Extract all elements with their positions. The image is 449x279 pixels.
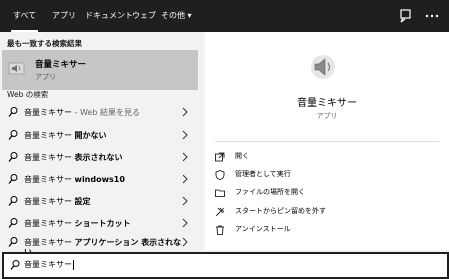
- chevron-right-icon: [182, 130, 188, 140]
- search-icon: [8, 196, 18, 206]
- tab-web[interactable]: ウェブ: [132, 0, 156, 32]
- search-icon: [8, 152, 18, 162]
- web-result-row[interactable]: 音量ミキサー 設定: [2, 191, 198, 211]
- search-icon: [10, 260, 20, 270]
- results-pane: 最も一致する検索結果 音量ミキサー アプリ Web の検索 音量ミキサー - W…: [0, 32, 198, 257]
- action-uninstall-label: アンインストール: [235, 225, 291, 233]
- action-open-file-location-label: ファイルの場所を開く: [235, 188, 305, 196]
- unpin-icon: [215, 207, 225, 217]
- tab-more[interactable]: その他 ▾: [161, 0, 192, 32]
- best-match-type: アプリ: [35, 73, 56, 81]
- tab-bar: すべて アプリ ドキュメント ウェブ その他 ▾: [0, 0, 449, 32]
- web-result-row[interactable]: 音量ミキサー - Web 結果を見る: [2, 102, 198, 122]
- action-run-as-admin-label: 管理者として実行: [235, 170, 291, 178]
- text-caret: [73, 259, 74, 270]
- web-search-heading: Web の検索: [7, 90, 49, 99]
- search-icon: [8, 237, 18, 247]
- chevron-down-icon: ▾: [187, 11, 192, 20]
- tab-apps[interactable]: アプリ: [52, 0, 76, 32]
- chevron-right-icon: [182, 107, 188, 117]
- chevron-right-icon: [182, 196, 188, 206]
- web-result-text: 音量ミキサー 開かない: [24, 131, 107, 140]
- best-match-name: 音量ミキサー: [35, 60, 87, 70]
- tab-more-label: その他: [161, 11, 185, 20]
- folder-icon: [215, 189, 225, 197]
- web-result-text: 音量ミキサー 設定: [24, 197, 91, 206]
- web-result-row[interactable]: 音量ミキサー アプリケーション 表示されな い: [2, 232, 198, 257]
- open-icon: [215, 152, 225, 162]
- search-box[interactable]: 音量ミキサー: [2, 252, 449, 279]
- web-result-text: 音量ミキサー windows10: [24, 175, 125, 184]
- tab-documents[interactable]: ドキュメント: [85, 0, 133, 32]
- volume-mixer-app-icon: [311, 55, 335, 79]
- shield-icon: [215, 170, 225, 180]
- best-match-heading: 最も一致する検索結果: [7, 39, 82, 48]
- volume-mixer-app-icon: [8, 62, 25, 75]
- chevron-right-icon: [182, 152, 188, 162]
- more-options-icon[interactable]: [424, 8, 440, 24]
- search-icon: [8, 174, 18, 184]
- chevron-right-icon: [182, 174, 188, 184]
- action-open-label: 開く: [235, 152, 249, 160]
- detail-app-type: アプリ: [316, 112, 338, 120]
- web-result-text: 音量ミキサー アプリケーション 表示されな: [24, 238, 182, 247]
- web-result-row[interactable]: 音量ミキサー ショートカット: [2, 213, 198, 233]
- web-result-text: 音量ミキサー - Web 結果を見る: [24, 108, 140, 117]
- search-icon: [8, 218, 18, 228]
- feedback-icon[interactable]: [398, 8, 414, 24]
- web-result-row[interactable]: 音量ミキサー 表示されない: [2, 147, 198, 167]
- trash-icon: [216, 225, 224, 235]
- search-window: すべて アプリ ドキュメント ウェブ その他 ▾ 最も一致する検索結果 音量ミキ…: [0, 0, 449, 279]
- action-unpin-from-start-label: スタートからピン留めを外す: [235, 207, 326, 215]
- best-match-item[interactable]: 音量ミキサー アプリ: [2, 50, 198, 90]
- web-result-text: 音量ミキサー 表示されない: [24, 153, 123, 162]
- chevron-right-icon: [182, 237, 188, 247]
- tab-all[interactable]: すべて: [10, 0, 39, 32]
- web-result-row[interactable]: 音量ミキサー windows10: [2, 169, 198, 189]
- search-icon: [8, 107, 18, 117]
- search-input[interactable]: 音量ミキサー: [24, 259, 74, 270]
- chevron-right-icon: [182, 218, 188, 228]
- detail-pane: 音量ミキサー アプリ 開く 管理者として実行 ファイルの場所を開く スタートから…: [205, 32, 449, 250]
- web-result-row[interactable]: 音量ミキサー 開かない: [2, 125, 198, 145]
- search-icon: [8, 130, 18, 140]
- web-result-text: 音量ミキサー ショートカット: [24, 219, 131, 228]
- detail-app-name: 音量ミキサー: [297, 98, 357, 109]
- divider: [215, 141, 439, 142]
